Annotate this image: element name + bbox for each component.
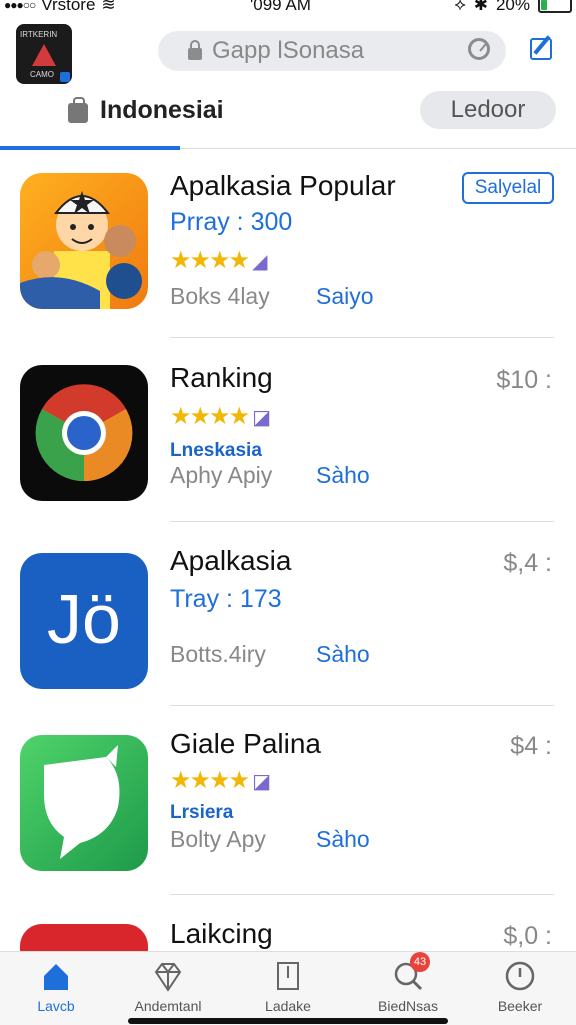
tab-label: Beeker <box>497 998 543 1014</box>
app-category: Lneskasia <box>170 440 262 461</box>
app-meta-link[interactable]: Sàho <box>316 826 370 853</box>
wifi-icon: ≋ <box>101 0 116 14</box>
app-subtitle: Tray : 173 <box>170 585 282 613</box>
jo-app-icon: Jö <box>20 553 148 689</box>
clock-icon <box>504 960 536 992</box>
list-item[interactable]: Apalkasia Popular Salyelal Prray : 300 ★… <box>0 170 576 355</box>
search-bar[interactable]: Gapp lSonasa <box>158 31 506 71</box>
divider <box>170 337 554 338</box>
app-title: Ranking <box>170 362 273 393</box>
home-icon <box>40 960 72 992</box>
battery-icon <box>538 0 572 13</box>
tab-featured[interactable]: Andemtanl <box>118 960 218 1014</box>
star-rating-icon: ★★★★ <box>170 767 250 794</box>
app-meta: Botts.4iry <box>170 641 266 667</box>
tab-home[interactable]: Lavcb <box>6 960 106 1014</box>
notification-badge: 43 <box>410 952 430 972</box>
tab-pill[interactable]: Ledoor <box>420 91 556 129</box>
carrier: ●●●○○ Vrstore ≋ <box>4 0 116 13</box>
divider <box>170 705 554 706</box>
clock: '099 AM <box>250 0 311 14</box>
shopping-bag-icon <box>68 96 88 123</box>
app-logo[interactable]: IRTKERIN CAMO <box>16 24 72 84</box>
app-meta-link[interactable]: Sàho <box>316 462 370 489</box>
app-icon-cartoon <box>20 173 148 309</box>
carrier-name: Vrstore <box>41 0 96 14</box>
action-button[interactable]: Salyelal <box>462 172 554 204</box>
compose-button[interactable] <box>528 32 558 62</box>
app-title: Apalkasia <box>170 545 292 576</box>
diamond-icon <box>152 960 184 992</box>
app-meta: Aphy Apiy <box>170 462 273 488</box>
search-icon: 43 <box>392 952 430 992</box>
tab-region-label: Indonesiai <box>100 96 224 124</box>
half-star-icon: ◢ <box>252 251 268 273</box>
half-star-icon: ◪ <box>252 771 271 793</box>
top-bar: IRTKERIN CAMO Gapp lSonasa <box>0 20 576 90</box>
list-item[interactable]: Ranking $10 : ★★★★ ◪ Lneskasia Aphy Apiy … <box>0 362 576 547</box>
list-item[interactable]: Jö Apalkasia $,4 : Tray : 173 Botts.4iry… <box>0 545 576 730</box>
search-placeholder: Gapp lSonasa <box>212 37 365 64</box>
bluetooth-icon: ✱ <box>473 0 488 14</box>
status-bar: ●●●○○ Vrstore ≋ '099 AM ⟡ ✱ 20% <box>0 0 576 16</box>
speed-icon[interactable] <box>468 38 490 60</box>
signal-icon: ●●●○○ <box>4 0 36 12</box>
app-meta: Boks 4lay <box>170 283 270 309</box>
app-price[interactable]: $,0 : <box>503 922 552 951</box>
app-title: Apalkasia Popular <box>170 170 396 201</box>
app-subtitle: Prray : 300 <box>170 208 293 236</box>
half-star-icon: ◪ <box>252 407 271 429</box>
document-icon <box>272 960 304 992</box>
divider <box>170 521 554 522</box>
app-price[interactable]: $10 : <box>496 366 552 395</box>
rating-stars: ★★★★ ◪ <box>170 402 271 431</box>
app-meta-link[interactable]: Saiyo <box>316 283 374 310</box>
logo-sub: CAMO <box>30 70 54 79</box>
tab-search[interactable]: 43 BiedNsas <box>358 952 458 1014</box>
app-price[interactable]: $,4 : <box>503 549 552 578</box>
app-title: Giale Palina <box>170 728 321 759</box>
logo-text: IRTKERIN <box>20 30 58 39</box>
list-item[interactable]: Giale Palina $4 : ★★★★ ◪ Lrsiera Bolty Ap… <box>0 728 576 913</box>
battery-percent: 20% <box>495 0 530 14</box>
facebook-icon <box>60 72 70 82</box>
logo-mark-icon <box>32 44 56 66</box>
app-title: Laikcing <box>170 918 273 949</box>
tab-label: BiedNsas <box>378 998 438 1014</box>
lock-icon <box>188 40 202 60</box>
tab-label: Ladake <box>265 998 311 1014</box>
rating-stars: ★★★★ ◢ <box>170 246 267 275</box>
tab-updates[interactable]: Ladake <box>238 960 338 1014</box>
star-rating-icon: ★★★★ <box>170 403 250 430</box>
app-price[interactable]: $4 : <box>510 732 552 761</box>
segment-tabs: Indonesiai Ledoor <box>0 90 576 150</box>
app-category: Lrsiera <box>170 802 234 823</box>
tab-region[interactable]: Indonesiai <box>68 96 224 125</box>
icon-letters: Jö <box>47 580 121 658</box>
divider <box>170 894 554 895</box>
app-meta-link[interactable]: Sàho <box>316 641 370 668</box>
tab-label: Andemtanl <box>134 998 202 1014</box>
location-icon: ⟡ <box>454 0 466 14</box>
bottom-tab-bar: Lavcb Andemtanl Ladake 43 BiedNsas Beeke… <box>0 951 576 1025</box>
status-right: ⟡ ✱ 20% <box>454 0 572 13</box>
chrome-icon <box>20 365 148 501</box>
active-tab-indicator <box>0 146 180 150</box>
tab-history[interactable]: Beeker <box>470 960 570 1014</box>
tab-label: Lavcb <box>37 998 75 1014</box>
rating-stars: ★★★★ ◪ <box>170 766 271 795</box>
chat-app-icon <box>20 735 148 871</box>
app-meta: Bolty Apy <box>170 826 266 852</box>
home-indicator <box>128 1018 448 1024</box>
star-rating-icon: ★★★★ <box>170 247 250 274</box>
